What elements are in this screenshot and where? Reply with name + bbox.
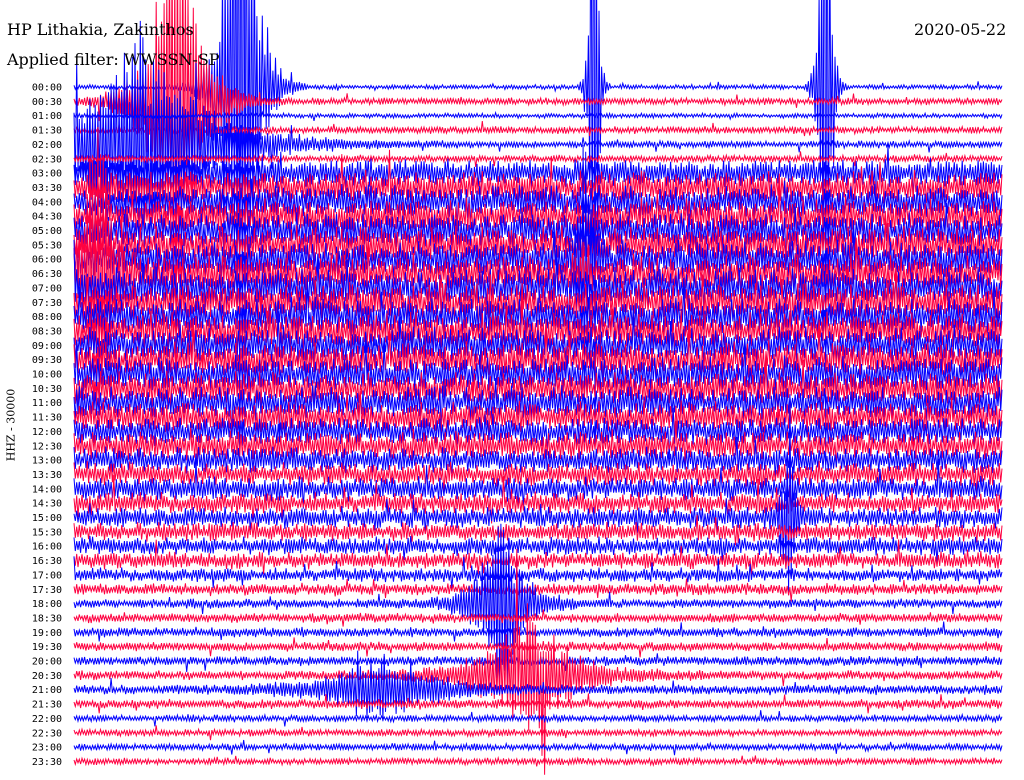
row-time-label: 18:00 (32, 599, 62, 610)
row-time-label: 00:30 (32, 97, 62, 108)
row-time-label: 03:00 (32, 169, 62, 180)
row-time-label: 17:00 (32, 570, 62, 581)
row-time-label: 02:00 (32, 140, 62, 151)
row-time-label: 15:30 (32, 527, 62, 538)
trace-row-2230 (73, 725, 1003, 741)
trace-row-2330 (73, 755, 1003, 767)
row-time-label: 15:00 (32, 513, 62, 524)
row-time-label: 05:00 (32, 226, 62, 237)
row-time-label: 03:30 (32, 183, 62, 194)
row-time-label: 00:00 (32, 83, 62, 94)
row-time-label: 20:00 (32, 657, 62, 668)
row-time-label: 17:30 (32, 585, 62, 596)
station-title: HP Lithakia, Zakinthos (7, 20, 194, 39)
row-time-label: 16:00 (32, 542, 62, 553)
row-time-label: 11:30 (32, 413, 62, 424)
row-time-label: 20:30 (32, 671, 62, 682)
row-time-label: 22:30 (32, 728, 62, 739)
row-time-label: 19:30 (32, 642, 62, 653)
helicorder-plot: 00:00 00:30 01:00 01:30 02:00 02:30 03:00 03:30… (0, 0, 1024, 780)
row-time-label: 13:30 (32, 470, 62, 481)
row-time-label: 01:00 (32, 111, 62, 122)
row-time-label: 09:30 (32, 355, 62, 366)
row-time-label: 12:00 (32, 427, 62, 438)
row-time-label: 19:00 (32, 628, 62, 639)
row-time-label: 06:00 (32, 255, 62, 266)
row-time-label: 05:30 (32, 240, 62, 251)
row-time-label: 04:00 (32, 197, 62, 208)
row-time-label: 09:00 (32, 341, 62, 352)
trace-row-1830 (73, 609, 1003, 627)
row-time-label: 01:30 (32, 126, 62, 137)
trace-row-2300 (73, 739, 1003, 756)
record-date: 2020-05-22 (914, 20, 1007, 39)
row-time-label: 07:30 (32, 298, 62, 309)
filter-label: Applied filter: WWSSN-SP (7, 50, 220, 69)
row-time-label: 14:30 (32, 499, 62, 510)
trace-row-1900 (73, 621, 1003, 642)
row-time-label: 16:30 (32, 556, 62, 567)
row-time-label: 23:00 (32, 743, 62, 754)
channel-axis-label: HHZ - 30000 (4, 388, 18, 462)
trace-row-2130 (73, 693, 1003, 714)
row-time-label: 21:00 (32, 685, 62, 696)
trace-row-2200 (73, 710, 1003, 727)
row-time-label: 08:30 (32, 326, 62, 337)
row-time-label: 11:00 (32, 398, 62, 409)
row-time-label: 02:30 (32, 154, 62, 165)
row-time-label: 21:30 (32, 700, 62, 711)
row-time-label: 23:30 (32, 757, 62, 768)
row-time-label: 10:00 (32, 370, 62, 381)
row-time-label: 18:30 (32, 613, 62, 624)
row-time-label: 04:30 (32, 212, 62, 223)
row-time-label: 07:00 (32, 283, 62, 294)
row-time-label: 22:00 (32, 714, 62, 725)
row-time-label: 12:30 (32, 441, 62, 452)
row-time-label: 14:00 (32, 484, 62, 495)
row-time-label: 06:30 (32, 269, 62, 280)
helicorder-svg: 00:00 00:30 01:00 01:30 02:00 02:30 03:00 03:30… (32, 0, 1003, 775)
row-time-label: 08:00 (32, 312, 62, 323)
row-time-label: 10:30 (32, 384, 62, 395)
row-time-label: 13:00 (32, 456, 62, 467)
